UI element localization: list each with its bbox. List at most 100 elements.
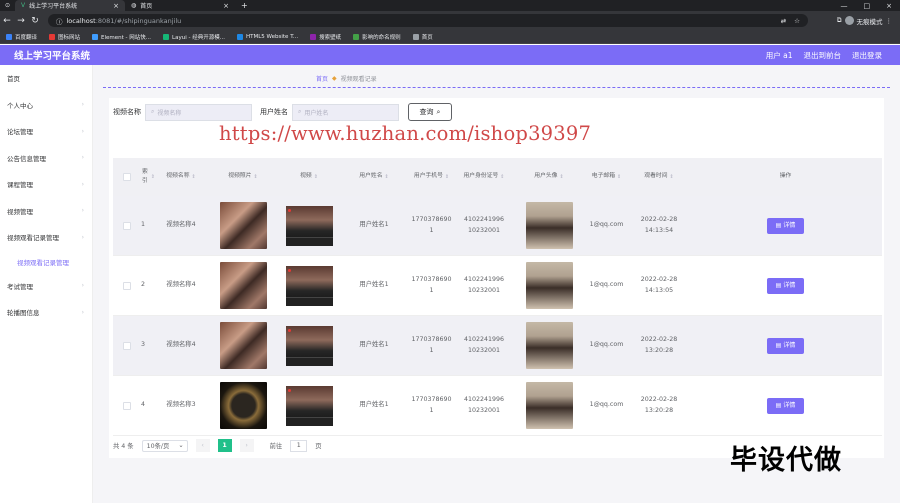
bookmark-item[interactable]: Layui - 经典开源模... [163,33,225,41]
bookmark-item[interactable]: HTML5 Website T... [236,33,298,40]
detail-button[interactable]: ▤ 详情 [767,217,804,234]
browser-tab-active[interactable]: V 线上学习平台系统 × [15,0,126,11]
forward-icon[interactable]: → [14,16,28,26]
tab-search-icon[interactable]: ⊙ [0,2,15,9]
bookmark-item[interactable]: 首页 [412,33,433,41]
video-controls[interactable] [285,236,333,246]
records-card: 视频名称 ⌕ 视频名称 用户姓名 ⌕ 用户姓名 查询 ⌕ 索引 ⇕ 视频名称 ⇕ 视频照… [109,98,884,458]
time-date: 2022-02-28 [640,396,678,404]
close-window-icon[interactable]: × [886,2,892,10]
sort-icon[interactable]: ⇕ [670,173,674,181]
breadcrumb-home[interactable]: 首页 [316,74,328,83]
bookmark-star-icon[interactable]: ☆ [794,17,800,25]
sidebar-item[interactable]: 个人中心 › [0,92,92,119]
browser-tab-title: 线上学习平台系统 [29,3,78,10]
sidebar-item[interactable]: 课程管理 › [0,171,92,198]
video-controls[interactable] [285,356,333,366]
select-all-cell [113,173,141,181]
logout-link[interactable]: 退出登录 [852,50,882,61]
video-controls[interactable] [285,416,333,426]
row-index: 1 [141,221,146,229]
detail-button[interactable]: ▤ 详情 [767,397,804,414]
detail-button[interactable]: ▤ 详情 [767,337,804,354]
select-all-checkbox[interactable] [123,173,131,181]
phone-line: 1 [429,406,434,414]
phone-cell: 1770378690 1 [409,275,454,295]
sidebar-item[interactable]: 视频观看记录管理 › [0,224,92,251]
video-name-cell: 视频名称4 [155,220,207,230]
sort-icon[interactable]: ⇕ [617,173,621,181]
user-name-placeholder: 用户姓名 [304,109,329,117]
profile-label: 无痕模式 [856,17,883,26]
video-player[interactable] [285,265,333,306]
browser-tab[interactable]: ◍ 首页 × [125,0,235,11]
bookmark-item[interactable]: 搜索壁纸 [310,33,341,41]
sidebar-item[interactable]: 考试管理 › [0,273,92,300]
sidebar-subitem[interactable]: 视频观看记录管理 [0,251,92,273]
new-tab-button[interactable]: + [235,1,254,10]
incognito-avatar-icon[interactable] [844,16,854,25]
index-cell: 2 [141,280,155,290]
avatar-cell [514,262,584,309]
sort-icon[interactable]: ⇕ [445,173,449,181]
bookmark-item[interactable]: 图标网站 [49,33,80,41]
column-header: 用户头像 ⇕ [514,172,584,181]
query-button[interactable]: 查询 ⌕ [408,103,452,121]
back-icon[interactable]: ← [0,16,14,26]
sidebar-item[interactable]: 首页 [0,65,92,92]
video-player[interactable] [285,325,333,366]
row-checkbox[interactable] [123,341,131,350]
sort-icon[interactable]: ⇕ [254,173,258,181]
page-1-button[interactable]: 1 [217,439,232,452]
bookmark-item[interactable]: Element - 网站快... [92,33,151,41]
video-controls[interactable] [285,296,333,306]
close-tab-icon[interactable]: × [223,2,229,10]
translate-icon[interactable]: ⇄ [781,17,786,25]
prev-page-button[interactable]: ‹ [195,439,210,452]
video-player[interactable] [285,385,333,426]
bookmark-label: 搜索壁纸 [319,34,342,41]
url-path: :8081/#/shipinguankanjilu [95,16,182,25]
video-name-cell: 视频名称4 [155,340,207,350]
sidebar-item[interactable]: 公告信息管理 › [0,145,92,172]
bookmark-item[interactable]: 影响的命名规则 [353,33,401,41]
column-header: 用户身份证号 ⇕ [454,172,514,181]
next-page-button[interactable]: › [239,439,254,452]
row-checkbox[interactable] [123,281,131,290]
sidebar-item[interactable]: 轮播图信息 › [0,299,92,326]
menu-icon[interactable]: ⋮ [886,17,893,25]
detail-label: 详情 [783,341,796,349]
video-photo-cell [207,382,279,429]
minimize-icon[interactable]: — [841,2,848,10]
sort-icon[interactable]: ⇕ [385,173,389,181]
user-name-input[interactable]: ⌕ 用户姓名 [292,103,399,121]
time-cell: 2022-02-28 14:13:05 [629,275,689,295]
url-input[interactable]: ⓘ localhost:8081/#/shipinguankanjilu ⇄ ☆ [48,14,808,27]
sidebar-item[interactable]: 论坛管理 › [0,118,92,145]
back-to-front-link[interactable]: 退出到前台 [804,50,842,61]
sort-icon[interactable]: ⇕ [500,173,504,181]
watermark-text: https://www.huzhan.com/ishop39397 [219,122,592,145]
row-checkbox[interactable] [123,401,131,410]
breadcrumb-current: 视频观看记录 [340,76,377,83]
close-tab-icon[interactable]: × [113,2,119,10]
sort-icon[interactable]: ⇕ [560,173,564,181]
page-size-select[interactable]: 10条/页 ⌄ [141,439,188,452]
extensions-icon[interactable]: ⧉ [837,16,842,25]
sidebar-item[interactable]: 视频管理 › [0,198,92,225]
video-photo-cell [207,322,279,369]
detail-button[interactable]: ▤ 详情 [767,277,804,294]
chevron-right-icon: › [81,308,84,316]
sort-icon[interactable]: ⇕ [192,173,196,181]
goto-page-input[interactable]: 1 [290,439,308,452]
video-player[interactable] [285,205,333,246]
bookmark-item[interactable]: 百度翻译 [6,33,37,41]
user-name-cell: 用户姓名1 [339,340,409,350]
video-name-input[interactable]: ⌕ 视频名称 [145,103,252,121]
maximize-icon[interactable]: □ [864,2,871,10]
idcard-line: 4102241996 [463,276,505,284]
sort-icon[interactable]: ⇕ [314,173,318,181]
reload-icon[interactable]: ↻ [28,16,42,26]
row-checkbox[interactable] [123,221,131,230]
column-header: 视频名称 ⇕ [155,172,207,181]
